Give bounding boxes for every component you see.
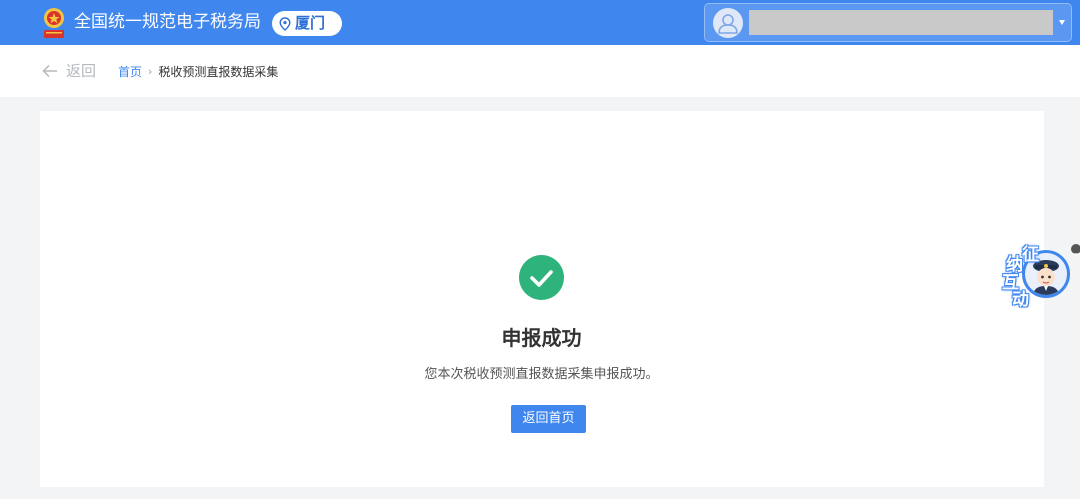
check-circle-icon: [519, 255, 564, 300]
arrow-left-icon: [42, 64, 57, 78]
return-home-button[interactable]: 返回首页: [511, 405, 586, 433]
avatar-icon: [713, 8, 743, 38]
top-bar: 全国统一规范电子税务局 厦门: [0, 0, 1080, 45]
back-button[interactable]: 返回: [42, 62, 96, 80]
user-menu[interactable]: [704, 3, 1072, 42]
assistant-char-2: 纳: [1006, 255, 1023, 275]
breadcrumb-home[interactable]: 首页: [118, 64, 142, 80]
breadcrumb-separator: ›: [148, 65, 153, 78]
location-pin-icon: [279, 16, 291, 31]
site-title[interactable]: 全国统一规范电子税务局: [74, 11, 261, 33]
assistant-char-1: 征: [1022, 245, 1039, 265]
user-name-redacted: [749, 10, 1053, 35]
success-title: 申报成功: [501, 326, 582, 350]
sub-bar: 返回 首页 › 税收预测直报数据采集: [0, 45, 1080, 97]
close-icon[interactable]: [1071, 244, 1080, 255]
city-selector[interactable]: 厦门: [272, 11, 342, 36]
breadcrumb: 首页 › 税收预测直报数据采集: [118, 64, 278, 80]
back-label: 返回: [66, 62, 97, 80]
chevron-down-icon[interactable]: [1059, 20, 1065, 25]
assistant-char-4: 动: [1012, 290, 1029, 310]
city-name: 厦门: [295, 14, 326, 32]
tax-emblem-icon: [44, 8, 64, 38]
breadcrumb-current: 税收预测直报数据采集: [158, 65, 279, 79]
tax-assistant-widget[interactable]: 征 纳 互 动: [998, 242, 1080, 314]
success-description: 您本次税收预测直报数据采集申报成功。: [424, 367, 659, 382]
